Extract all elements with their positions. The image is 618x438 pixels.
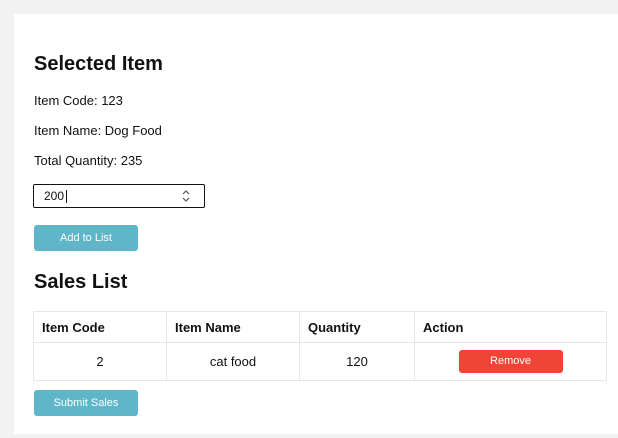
cell-item-name: cat food	[166, 342, 300, 381]
add-to-list-button[interactable]: Add to List	[34, 225, 138, 251]
submit-sales-button[interactable]: Submit Sales	[34, 390, 138, 416]
column-header-item-code: Item Code	[33, 311, 167, 343]
quantity-stepper-icon[interactable]	[182, 189, 190, 203]
total-quantity-text: Total Quantity: 235	[34, 153, 143, 168]
item-name-text: Item Name: Dog Food	[34, 123, 162, 138]
table-header-row: Item Code Item Name Quantity Action	[33, 311, 607, 343]
remove-button[interactable]: Remove	[458, 350, 563, 373]
column-header-action: Action	[414, 311, 607, 343]
text-caret	[66, 190, 67, 203]
table-row: 2 cat food 120 Remove	[33, 342, 607, 381]
cell-item-code: 2	[33, 342, 167, 381]
sales-list-heading: Sales List	[34, 271, 128, 293]
column-header-quantity: Quantity	[299, 311, 415, 343]
selected-item-heading: Selected Item	[34, 53, 163, 75]
quantity-input-value: 200	[44, 189, 65, 203]
column-header-item-name: Item Name	[166, 311, 300, 343]
main-panel: Selected Item Item Code: 123 Item Name: …	[14, 14, 618, 434]
cell-action: Remove	[414, 342, 607, 381]
item-code-text: Item Code: 123	[34, 93, 123, 108]
quantity-input[interactable]: 200	[33, 184, 205, 208]
cell-quantity: 120	[299, 342, 415, 381]
sales-table: Item Code Item Name Quantity Action 2 ca…	[33, 311, 607, 381]
